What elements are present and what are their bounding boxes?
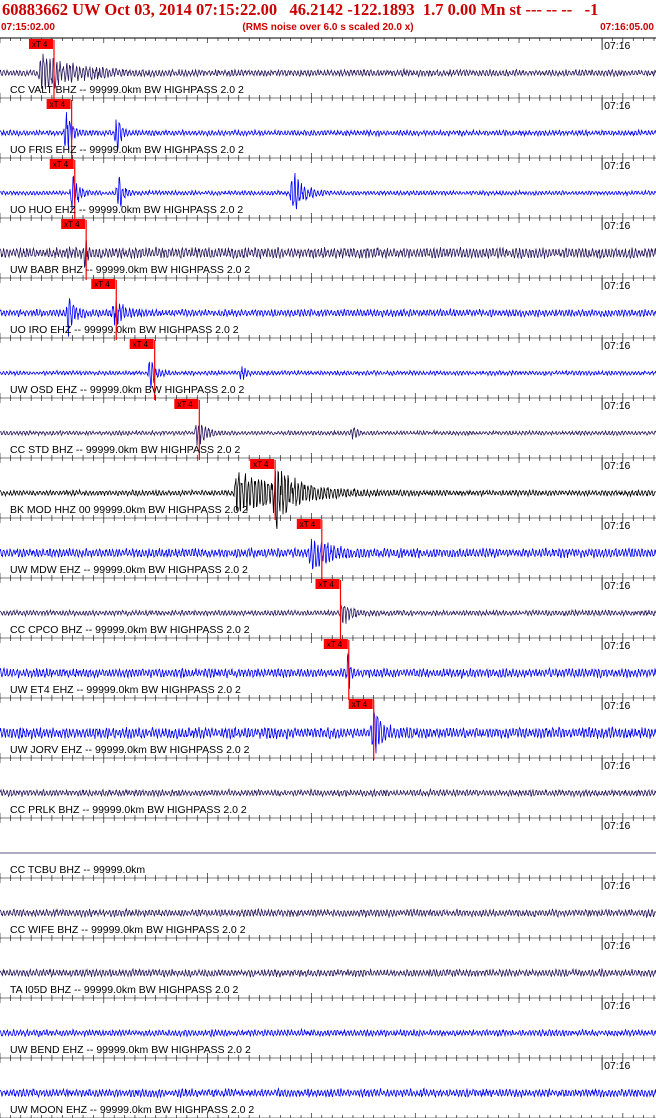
pick-label: xT 4 [64, 220, 80, 229]
minute-tick-label: 07:16 [604, 280, 630, 292]
channel-label: CC TCBU BHZ -- 99999.0km [10, 864, 145, 876]
channel-label: UW OSD EHZ -- 99999.0km BW HIGHPASS 2.0 … [10, 384, 245, 396]
channel-label: UO HUO EHZ -- 99999.0km BW HIGHPASS 2.0 … [10, 204, 243, 216]
waveform-trace [0, 1027, 656, 1038]
channel-label: BK MOD HHZ 00 99999.0km BW HIGHPASS 2.0 … [10, 504, 248, 516]
pick-label: xT 4 [318, 580, 334, 589]
channel-label: TA I05D BHZ -- 99999.0km BW HIGHPASS 2.0… [10, 984, 239, 996]
minute-tick-label: 07:16 [604, 760, 630, 772]
channel-label: UO IRO EHZ -- 99999.0km BW HIGHPASS 2.0 … [10, 324, 239, 336]
channel-label: CC PRLK BHZ -- 99999.0km BW HIGHPASS 2.0… [10, 804, 247, 816]
channel-label: UW JORV EHZ -- 99999.0km BW HIGHPASS 2.0… [10, 744, 250, 756]
minute-tick-label: 07:16 [604, 1060, 630, 1072]
minute-tick-label: 07:16 [604, 160, 630, 172]
pick-label: xT 4 [50, 100, 66, 109]
channel-label: UW BABR BHZ -- 99999.0km BW HIGHPASS 2.0… [10, 264, 250, 276]
minute-tick-label: 07:16 [604, 40, 630, 52]
channel-label: UW MOON EHZ -- 99999.0km BW HIGHPASS 2.0… [10, 1104, 254, 1116]
channel-label: CC VALT BHZ -- 99999.0km BW HIGHPASS 2.0… [10, 84, 244, 96]
pick-label: xT 4 [327, 640, 343, 649]
pick-label: xT 4 [300, 520, 316, 529]
minute-tick-label: 07:16 [604, 220, 630, 232]
channel-label: UW ET4 EHZ -- 99999.0km BW HIGHPASS 2.0 … [10, 684, 241, 696]
waveform-trace [0, 604, 656, 624]
pick-label: xT 4 [133, 340, 149, 349]
waveform-trace [0, 787, 656, 799]
pick-label: xT 4 [32, 40, 48, 49]
minute-tick-label: 07:16 [604, 460, 630, 472]
waveform-trace [0, 1087, 656, 1099]
pick-label: xT 4 [177, 400, 193, 409]
pick-label: xT 4 [253, 460, 269, 469]
minute-tick-label: 07:16 [604, 640, 630, 652]
pick-label: xT 4 [352, 700, 368, 709]
channel-label: UW MDW EHZ -- 99999.0km BW HIGHPASS 2.0 … [10, 564, 248, 576]
waveform-trace [0, 907, 656, 919]
channel-label: UO FRIS EHZ -- 99999.0km BW HIGHPASS 2.0… [10, 144, 244, 156]
minute-tick-label: 07:16 [604, 700, 630, 712]
channel-label: CC WIFE BHZ -- 99999.0km BW HIGHPASS 2.0… [10, 924, 246, 936]
seismogram-plot: 07:16 xT 4 CC VALT BHZ -- 99999.0km BW HIG… [0, 37, 656, 1118]
minute-tick-label: 07:16 [604, 520, 630, 532]
pick-label: xT 4 [94, 280, 110, 289]
minute-tick-label: 07:16 [604, 1000, 630, 1012]
minute-tick-label: 07:16 [604, 400, 630, 412]
minute-tick-label: 07:16 [604, 880, 630, 892]
waveform-trace [0, 967, 656, 978]
pick-label: xT 4 [53, 160, 69, 169]
waveform-trace [0, 470, 656, 529]
minute-tick-label: 07:16 [604, 820, 630, 832]
minute-tick-label: 07:16 [604, 940, 630, 952]
channel-label: CC CPCO BHZ -- 99999.0km BW HIGHPASS 2.0… [10, 624, 250, 636]
channel-label: CC STD BHZ -- 99999.0km BW HIGHPASS 2.0 … [10, 444, 240, 456]
minute-tick-label: 07:16 [604, 100, 630, 112]
channel-label: UW BEND EHZ -- 99999.0km BW HIGHPASS 2.0… [10, 1044, 251, 1056]
minute-tick-label: 07:16 [604, 340, 630, 352]
waveform-trace [0, 424, 656, 446]
minute-tick-label: 07:16 [604, 580, 630, 592]
